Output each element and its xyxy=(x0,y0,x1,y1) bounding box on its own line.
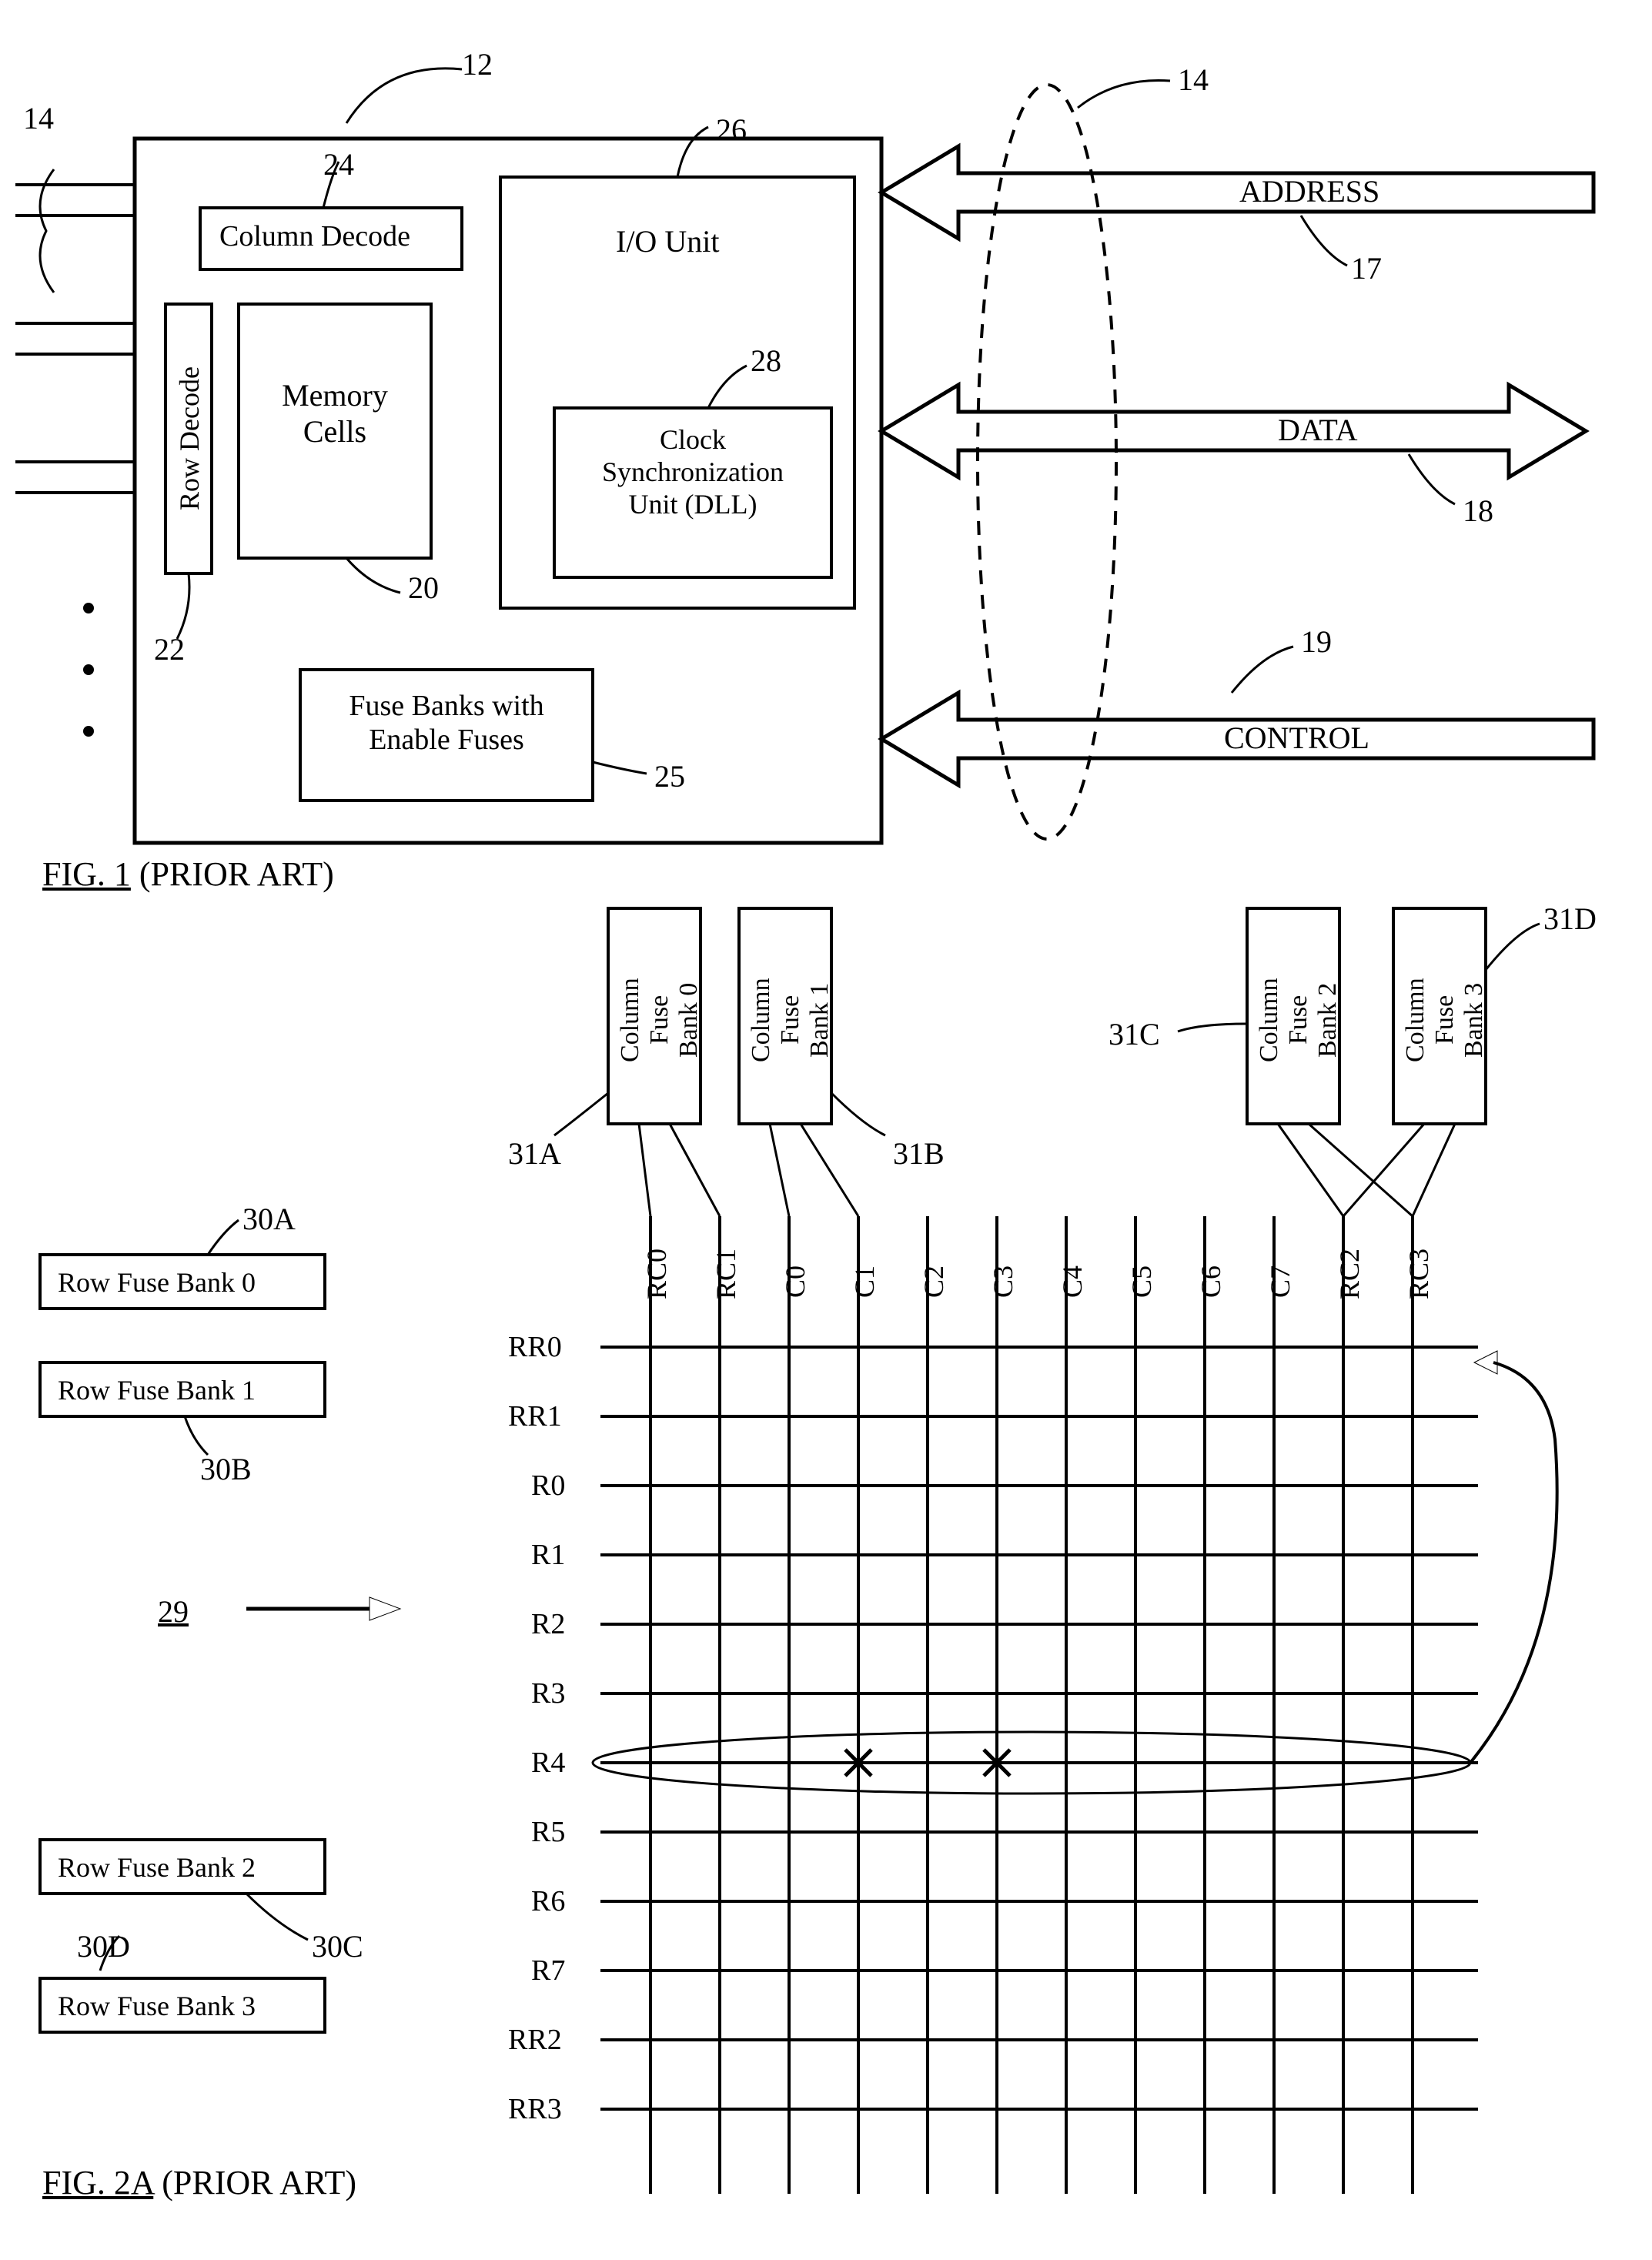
row-label-R3: R3 xyxy=(531,1677,565,1710)
clock-sync-label: Clock Synchronization Unit (DLL) xyxy=(570,423,816,520)
data-label: DATA xyxy=(1278,412,1357,448)
row-label-R1: R1 xyxy=(531,1538,565,1572)
ref-22: 22 xyxy=(154,631,185,667)
col-fuse-bank-2: Column Fuse Bank 2 xyxy=(1255,920,1332,1120)
row-fuse-bank-3: Row Fuse Bank 3 xyxy=(58,1990,256,2022)
ref-28: 28 xyxy=(751,343,781,379)
fig2a-title-underline: FIG. 2A xyxy=(42,2164,153,2201)
col-label-C4: C4 xyxy=(1056,1247,1089,1316)
row-label-R2: R2 xyxy=(531,1607,565,1641)
row-label-RR0: RR0 xyxy=(508,1330,562,1364)
fig2a-title: FIG. 2A (PRIOR ART) xyxy=(42,2163,356,2202)
row-fuse-bank-2: Row Fuse Bank 2 xyxy=(58,1851,256,1884)
row-label-R4: R4 xyxy=(531,1746,565,1780)
col-label-C1: C1 xyxy=(848,1247,881,1316)
ref-31D: 31D xyxy=(1543,901,1597,937)
col-label-C0: C0 xyxy=(779,1247,811,1316)
ref-12: 12 xyxy=(462,46,493,82)
row-decode-label: Row Decode xyxy=(173,323,206,554)
col-fuse-bank-1: Column Fuse Bank 1 xyxy=(747,920,824,1120)
row-label-R6: R6 xyxy=(531,1884,565,1918)
ref-18: 18 xyxy=(1463,493,1493,529)
row-label-RR1: RR1 xyxy=(508,1399,562,1433)
row-fuse-bank-0: Row Fuse Bank 0 xyxy=(58,1266,256,1299)
row-label-R0: R0 xyxy=(531,1469,565,1503)
fuse-banks-label: Fuse Banks with Enable Fuses xyxy=(323,689,570,757)
column-decode-label: Column Decode xyxy=(219,219,410,253)
col-label-RC0: RC0 xyxy=(640,1232,673,1316)
ref-31B: 31B xyxy=(893,1135,945,1172)
col-label-RC2: RC2 xyxy=(1333,1232,1366,1316)
ref-30B: 30B xyxy=(200,1451,252,1487)
control-label: CONTROL xyxy=(1224,720,1369,756)
col-label-C2: C2 xyxy=(918,1247,950,1316)
ref-31A: 31A xyxy=(508,1135,561,1172)
io-unit-label: I/O Unit xyxy=(616,223,719,259)
ref-24: 24 xyxy=(323,146,354,182)
col-label-RC1: RC1 xyxy=(710,1232,742,1316)
memory-cells-label: Memory Cells xyxy=(269,377,400,450)
ref-17: 17 xyxy=(1351,250,1382,286)
col-label-C7: C7 xyxy=(1264,1247,1296,1316)
col-label-C3: C3 xyxy=(987,1247,1019,1316)
col-label-C5: C5 xyxy=(1125,1247,1158,1316)
ref-31C: 31C xyxy=(1109,1016,1160,1052)
row-fuse-bank-1: Row Fuse Bank 1 xyxy=(58,1374,256,1406)
fig2a-title-rest: (PRIOR ART) xyxy=(153,2164,356,2201)
ref-20: 20 xyxy=(408,570,439,606)
ref-19: 19 xyxy=(1301,624,1332,660)
col-fuse-bank-3: Column Fuse Bank 3 xyxy=(1401,920,1478,1120)
ref-26: 26 xyxy=(716,112,747,148)
row-label-RR3: RR3 xyxy=(508,2092,562,2126)
col-label-RC3: RC3 xyxy=(1403,1232,1435,1316)
col-label-C6: C6 xyxy=(1195,1247,1227,1316)
ref-14-left: 14 xyxy=(23,100,54,136)
col-fuse-bank-0: Column Fuse Bank 0 xyxy=(616,920,693,1120)
ref-30C: 30C xyxy=(312,1928,363,1964)
address-label: ADDRESS xyxy=(1239,173,1379,209)
row-label-R7: R7 xyxy=(531,1954,565,1988)
ref-14-right: 14 xyxy=(1178,62,1209,98)
ref-25: 25 xyxy=(654,758,685,794)
ref-30D: 30D xyxy=(77,1928,130,1964)
ref-30A: 30A xyxy=(242,1201,296,1237)
row-label-R5: R5 xyxy=(531,1815,565,1849)
ref-29: 29 xyxy=(158,1593,189,1630)
row-label-RR2: RR2 xyxy=(508,2023,562,2057)
